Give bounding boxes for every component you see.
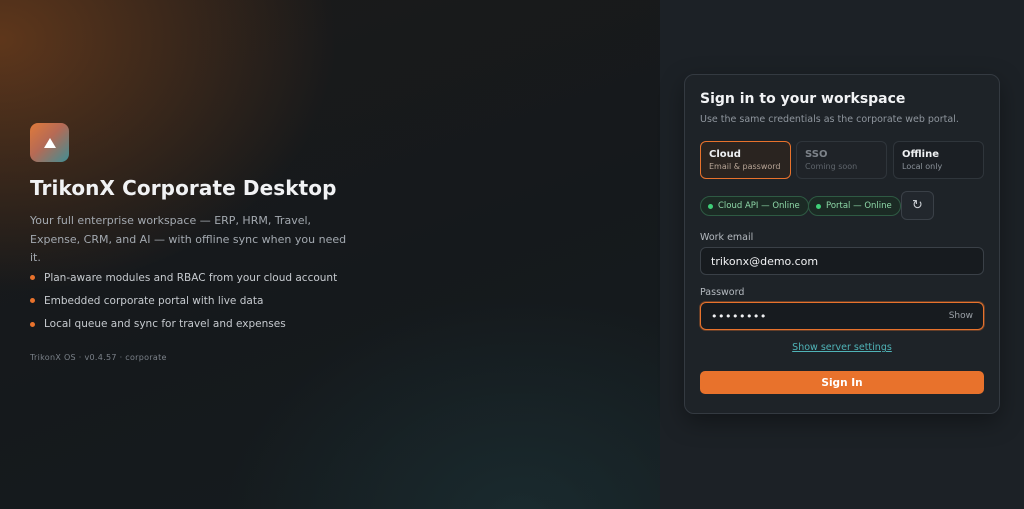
show-password-button[interactable]: Show (949, 311, 973, 321)
refresh-icon: ↻ (912, 198, 923, 213)
app-title: TrikonX Corporate Desktop (30, 176, 337, 200)
mode-sso-button[interactable]: SSO Coming soon (796, 141, 887, 179)
app-description: Your full enterprise workspace — ERP, HR… (30, 214, 347, 264)
bullet-icon (30, 321, 35, 327)
email-label: Work email (700, 232, 754, 243)
signin-card: Sign in to your workspace Use the same c… (684, 74, 1000, 414)
signin-subtitle: Use the same credentials as the corporat… (700, 114, 959, 125)
mode-desc: Local only (902, 162, 943, 171)
password-label: Password (700, 287, 745, 298)
version-text: TrikonX OS · v0.4.57 · corporate (30, 353, 167, 362)
online-dot-icon (708, 203, 713, 209)
password-field[interactable]: •••••••• Show (700, 302, 984, 330)
mode-offline-button[interactable]: Offline Local only (893, 141, 984, 179)
cloud-api-status-badge: Cloud API — Online (700, 196, 809, 216)
feature-item: Plan-aware modules and RBAC from your cl… (30, 266, 337, 289)
mode-name: Cloud (709, 149, 741, 160)
signin-title: Sign in to your workspace (700, 91, 906, 107)
mode-desc: Coming soon (805, 162, 858, 171)
refresh-status-button[interactable]: ↻ (901, 191, 934, 220)
mode-name: Offline (902, 149, 939, 160)
online-dot-icon (816, 203, 821, 209)
mode-cloud-button[interactable]: Cloud Email & password (700, 141, 791, 179)
portal-status-badge: Portal — Online (808, 196, 901, 216)
show-server-settings-link[interactable]: Show server settings (685, 342, 999, 353)
app-logo (30, 123, 69, 162)
email-field[interactable] (700, 247, 984, 275)
bullet-icon (30, 298, 35, 304)
triangle-logo-icon (43, 137, 56, 148)
email-input[interactable] (711, 254, 973, 268)
mode-desc: Email & password (709, 162, 781, 171)
password-input[interactable]: •••••••• (711, 310, 949, 323)
bullet-icon (30, 275, 35, 281)
feature-item: Embedded corporate portal with live data (30, 289, 337, 312)
feature-list: Plan-aware modules and RBAC from your cl… (30, 266, 337, 336)
sign-in-button[interactable]: Sign In (700, 371, 984, 394)
mode-name: SSO (805, 149, 828, 160)
feature-item: Local queue and sync for travel and expe… (30, 313, 337, 336)
